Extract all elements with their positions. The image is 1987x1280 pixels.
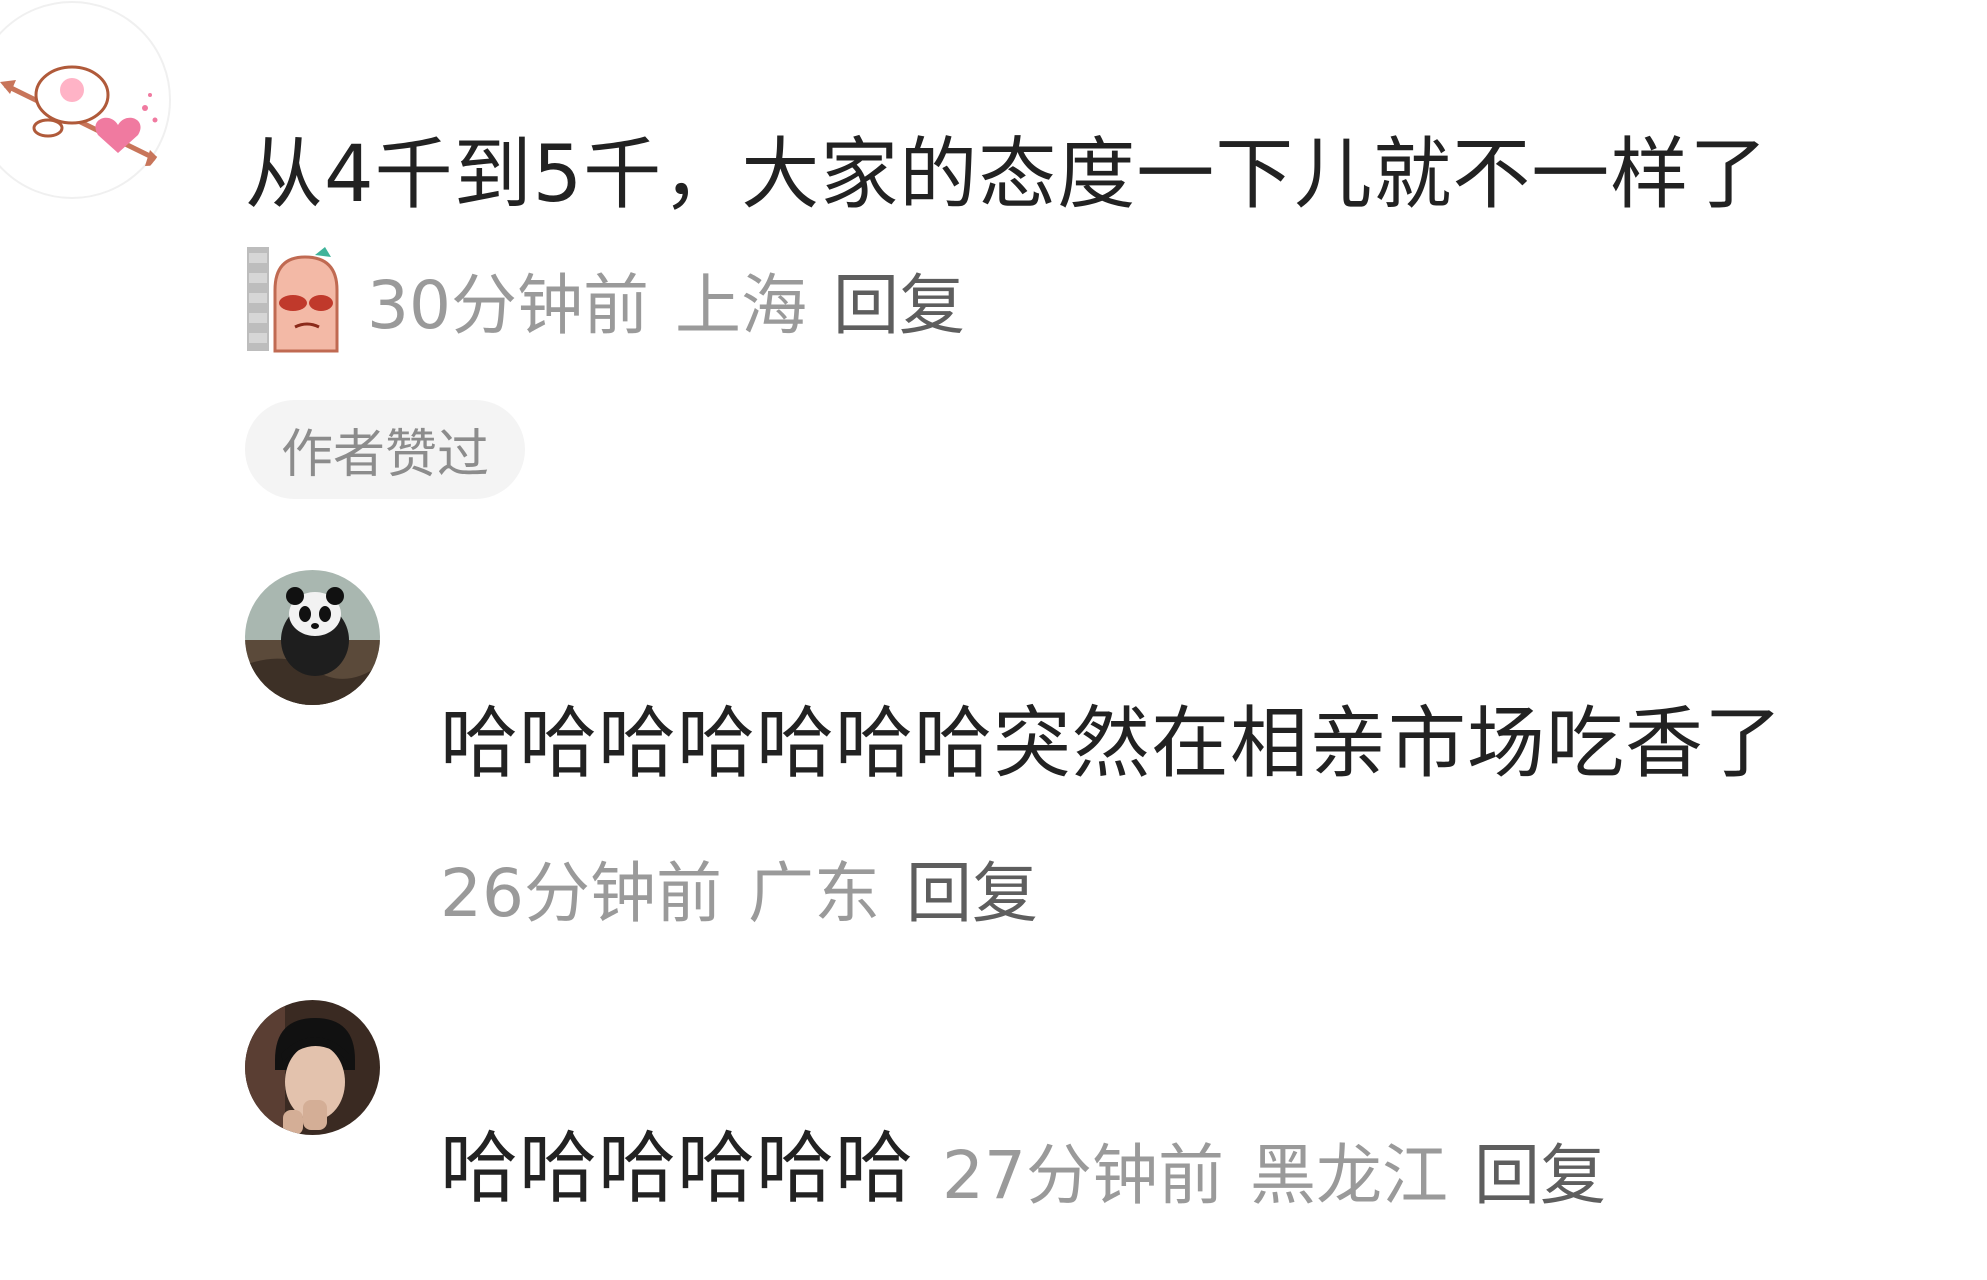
person-photo-icon — [245, 1000, 380, 1135]
comment-meta-row: 26分钟前 广东 回复 — [440, 840, 1038, 936]
cupid-cartoon-icon — [0, 1, 171, 199]
comment-text[interactable]: 从4千到5千，大家的态度一下儿就不一样了 — [245, 132, 1768, 219]
peeking-sausage-icon — [245, 245, 345, 355]
comment-location: 广东 — [747, 855, 880, 932]
comment-line: 哈哈哈哈哈哈 27分钟前 黑龙江 回复 — [440, 1122, 1606, 1218]
author-liked-badge: 作者赞过 — [245, 400, 526, 499]
commenter-avatar[interactable] — [245, 1000, 380, 1135]
reply-button[interactable]: 回复 — [906, 840, 1038, 936]
comment-location: 黑龙江 — [1250, 1137, 1448, 1214]
comment-location: 上海 — [674, 267, 807, 344]
panda-photo-icon — [245, 570, 380, 705]
comment-time: 30分钟前 — [367, 267, 649, 344]
commenter-avatar[interactable] — [0, 0, 175, 200]
commenter-avatar[interactable] — [245, 570, 380, 705]
comment-time: 26分钟前 — [440, 855, 722, 932]
comment-meta-row: 30分钟前 上海 回复 — [245, 245, 965, 355]
reply-button[interactable]: 回复 — [1474, 1122, 1606, 1218]
comment-time: 27分钟前 — [942, 1137, 1224, 1214]
comment-text[interactable]: 哈哈哈哈哈哈哈突然在相亲市场吃香了 — [440, 701, 1783, 788]
comment-text[interactable]: 哈哈哈哈哈哈 — [440, 1126, 914, 1213]
reply-button[interactable]: 回复 — [833, 252, 965, 348]
